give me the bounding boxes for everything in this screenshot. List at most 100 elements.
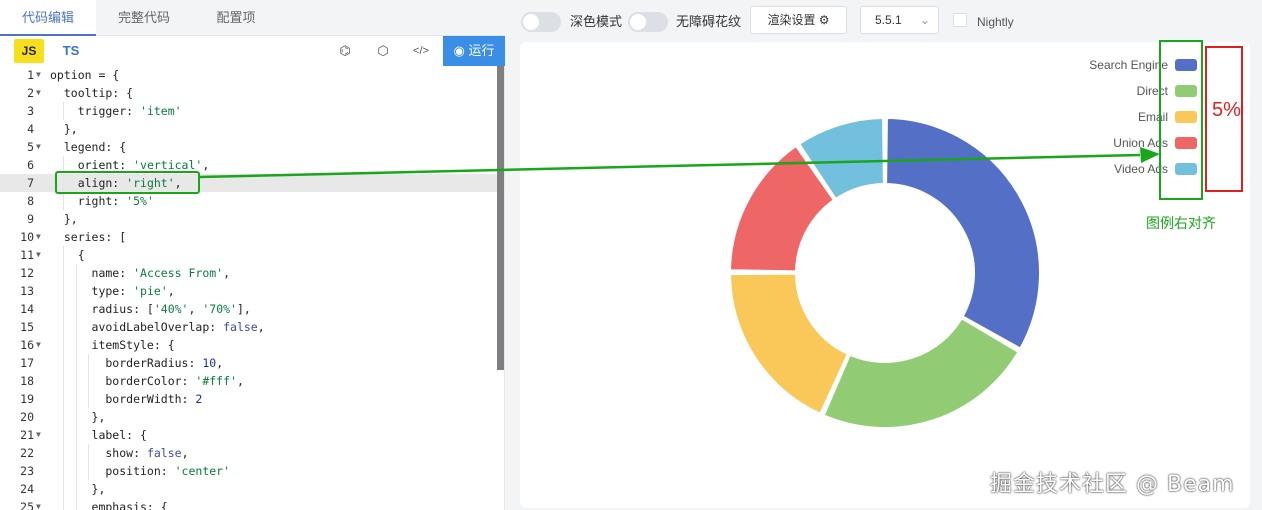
codepen-icon[interactable]: ⌬ [335,41,355,61]
code-text: right: '5%' [50,194,154,208]
code-text: tooltip: { [50,86,134,100]
cube-icon[interactable]: ⬡ [373,41,393,61]
code-text: position: 'center' [50,464,231,478]
code-line[interactable]: 24 }, [0,480,505,498]
code-line[interactable]: 15 avoidLabelOverlap: false, [0,318,505,336]
line-number: 18 [20,374,34,388]
nightly-checkbox[interactable] [953,13,967,27]
play-icon: ◉ [453,43,465,58]
tab-config[interactable]: 配置项 [192,0,280,36]
legend-swatch[interactable] [1175,137,1197,149]
code-icon[interactable]: </> [411,41,431,61]
render-settings-button[interactable]: 渲染设置 ⚙ [750,6,847,34]
fold-arrow-icon[interactable]: ▼ [36,138,44,156]
right-margin-note: 5% [1212,99,1241,121]
code-line[interactable]: 21 ▼ label: { [0,426,505,444]
line-number: 3 [27,104,34,118]
code-line[interactable]: 7 align: 'right', [0,174,505,192]
fold-arrow-icon[interactable]: ▼ [36,336,44,354]
tab-code-edit[interactable]: 代码编辑 [0,0,96,36]
code-text: borderRadius: 10, [50,356,224,370]
legend-swatch[interactable] [1175,85,1197,97]
legend-swatch[interactable] [1175,163,1197,175]
line-number: 7 [27,176,34,190]
line-number: 17 [20,356,34,370]
run-button[interactable]: ◉ 运行 [443,36,505,66]
code-text: trigger: 'item' [50,104,182,118]
fold-arrow-icon[interactable]: ▼ [36,246,44,264]
line-number: 23 [20,464,34,478]
code-text: borderColor: '#fff', [50,374,244,388]
editor-tabs: 代码编辑 完整代码 配置项 [0,0,505,36]
fold-arrow-icon[interactable]: ▼ [36,228,44,246]
code-text: legend: { [50,140,127,154]
editor-panel: 代码编辑 完整代码 配置项 JS TS ⌬ ⬡ </> ◉ 运行 1 ▼ optio… [0,0,505,510]
code-line[interactable]: 2 ▼ tooltip: { [0,84,505,102]
code-line[interactable]: 17 borderRadius: 10, [0,354,505,372]
code-line[interactable]: 20 }, [0,408,505,426]
code-line[interactable]: 4 }, [0,120,505,138]
code-line[interactable]: 22 show: false, [0,444,505,462]
code-text: borderWidth: 2 [50,392,203,406]
code-text: name: 'Access From', [50,266,231,280]
code-text: align: 'right', [50,176,182,190]
chevron-down-icon: ⌄ [919,13,930,27]
code-line[interactable]: 1 ▼ option = { [0,66,505,84]
line-number: 4 [27,122,34,136]
render-settings-label: 渲染设置 [767,13,816,27]
fold-arrow-icon[interactable]: ▼ [36,498,44,510]
gear-icon: ⚙ [818,13,830,27]
code-editor[interactable]: 1 ▼ option = {2 ▼ tooltip: {3 trigger: 'ite… [0,66,505,510]
code-line[interactable]: 12 name: 'Access From', [0,264,505,282]
code-text: emphasis: { [50,500,168,510]
code-line[interactable]: 23 position: 'center' [0,462,505,480]
code-line[interactable]: 6 orient: 'vertical', [0,156,505,174]
line-number: 8 [27,194,34,208]
dark-mode-toggle[interactable] [521,12,561,32]
code-text: }, [50,410,106,424]
code-text: }, [50,122,78,136]
editor-scrollbar[interactable] [497,66,504,370]
line-number: 22 [20,446,34,460]
code-line[interactable]: 11 ▼ { [0,246,505,264]
fold-arrow-icon[interactable]: ▼ [36,66,44,84]
code-line[interactable]: 13 type: 'pie', [0,282,505,300]
version-select[interactable]: 5.5.1 ⌄ [860,6,939,34]
legend-item-label[interactable]: Union Ads [1058,136,1168,150]
line-number: 5 [27,140,34,154]
code-text: }, [50,212,78,226]
code-line[interactable]: 9 }, [0,210,505,228]
legend-item-label[interactable]: Video Ads [1058,162,1168,176]
tab-full-code[interactable]: 完整代码 [96,0,192,36]
line-number: 6 [27,158,34,172]
code-line[interactable]: 14 radius: ['40%', '70%'], [0,300,505,318]
nightly-label: Nightly [977,15,1014,29]
legend-item-label[interactable]: Search Engine [1058,58,1168,72]
run-label: 运行 [468,43,495,58]
legend-item-label[interactable]: Direct [1058,84,1168,98]
ts-toggle[interactable]: TS [56,39,86,63]
code-line[interactable]: 18 borderColor: '#fff', [0,372,505,390]
code-line[interactable]: 10 ▼ series: [ [0,228,505,246]
accessibility-toggle[interactable] [628,12,668,32]
line-number: 21 [20,428,34,442]
code-text: avoidLabelOverlap: false, [50,320,265,334]
accessibility-label: 无障碍花纹 [676,14,742,29]
code-text: radius: ['40%', '70%'], [50,302,251,316]
version-value: 5.5.1 [875,13,902,27]
fold-arrow-icon[interactable]: ▼ [36,426,44,444]
code-line[interactable]: 19 borderWidth: 2 [0,390,505,408]
code-line[interactable]: 16 ▼ itemStyle: { [0,336,505,354]
fold-arrow-icon[interactable]: ▼ [36,84,44,102]
legend-swatch[interactable] [1175,59,1197,71]
code-line[interactable]: 5 ▼ legend: { [0,138,505,156]
js-toggle[interactable]: JS [14,39,44,63]
legend-swatch[interactable] [1175,111,1197,123]
code-text: label: { [50,428,147,442]
code-line[interactable]: 25 ▼ emphasis: { [0,498,505,510]
code-line[interactable]: 8 right: '5%' [0,192,505,210]
code-text: type: 'pie', [50,284,175,298]
line-number: 13 [20,284,34,298]
code-line[interactable]: 3 trigger: 'item' [0,102,505,120]
legend-item-label[interactable]: Email [1058,110,1168,124]
